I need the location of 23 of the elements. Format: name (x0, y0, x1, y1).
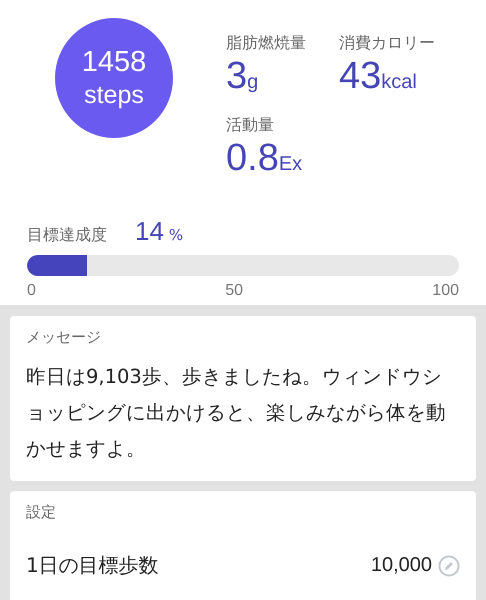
edit-icon[interactable] (438, 554, 460, 576)
stat-value: 0.8 (226, 137, 279, 179)
stat-unit: g (247, 71, 258, 93)
stat-unit: Ex (278, 153, 302, 175)
stat-value: 3 (226, 55, 248, 97)
stat-label: 脂肪燃焼量 (226, 32, 307, 54)
setting-label: 1日の目標歩数 (26, 552, 160, 579)
card-title: メッセージ (26, 328, 102, 347)
goal-percent: 14 (135, 216, 164, 247)
stat-unit: kcal (381, 71, 417, 93)
steps-unit: steps (84, 80, 144, 111)
setting-value: 10,000 (370, 554, 432, 577)
percent-unit: % (168, 226, 184, 244)
scale-label: 0 (27, 282, 36, 300)
card-title: 設定 (26, 503, 57, 522)
stat-label: 活動量 (226, 114, 275, 136)
stat-label: 消費カロリー (339, 32, 436, 54)
step-count: 1458 (82, 45, 146, 79)
scale-label: 50 (225, 282, 243, 300)
message-text: 昨日は9,103歩、歩きましたね。ウィンドウショッピングに出かけると、楽しみながら体を動かせますよ。 (26, 364, 447, 462)
goal-label: 目標達成度 (27, 225, 107, 246)
scale-label: 100 (432, 282, 459, 300)
stat-value: 43 (339, 55, 382, 97)
